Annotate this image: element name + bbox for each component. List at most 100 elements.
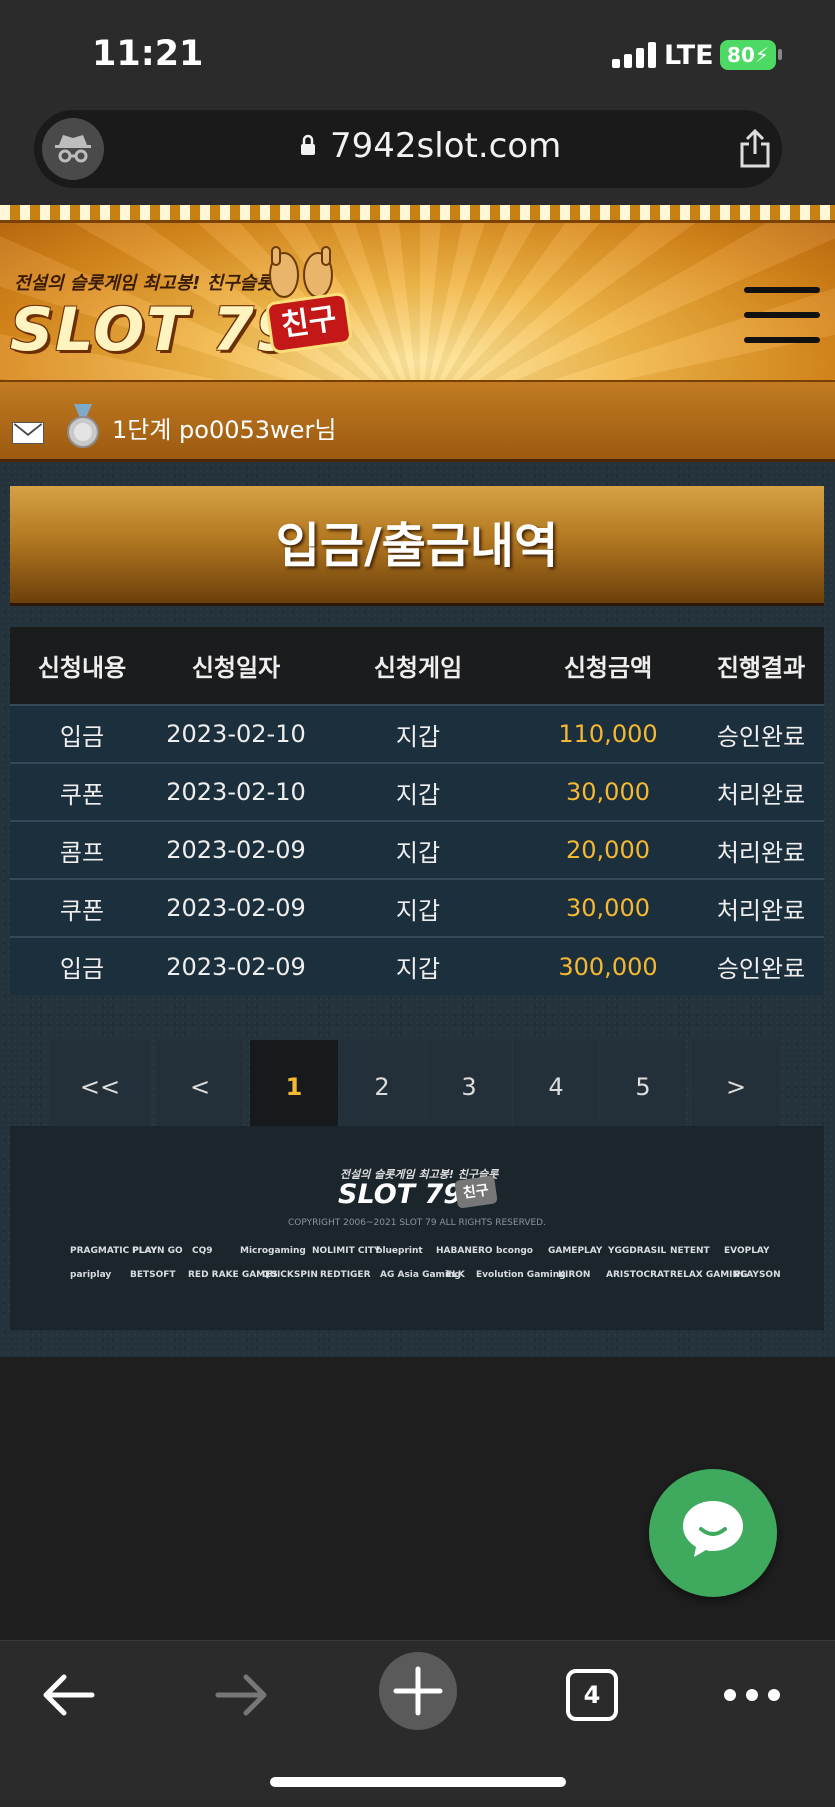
menu-icon[interactable] (744, 287, 820, 343)
provider-logo: YGGDRASIL (608, 1246, 667, 1256)
mail-icon[interactable] (12, 422, 44, 444)
page-button-3[interactable]: 3 (426, 1040, 512, 1134)
provider-logo: PLAYN GO (132, 1246, 183, 1256)
page-button-2[interactable]: 2 (339, 1040, 425, 1134)
page-button-5[interactable]: 5 (600, 1040, 686, 1134)
col-header-date: 신청일자 (154, 627, 318, 705)
page-button-1[interactable]: 1 (250, 1040, 338, 1134)
copyright-text: COPYRIGHT 2006~2021 SLOT 79 ALL RIGHTS R… (288, 1218, 546, 1228)
provider-logo: blueprint (376, 1246, 423, 1256)
provider-logo: bcongo (496, 1246, 533, 1256)
chat-button[interactable] (649, 1469, 777, 1597)
cell-result: 승인완료 (698, 936, 824, 995)
browser-toolbar: 4 (0, 1640, 835, 1807)
cell-type: 입금 (10, 936, 154, 995)
provider-logo: pariplay (70, 1270, 112, 1280)
forward-arrow-icon[interactable] (214, 1671, 270, 1719)
battery-icon: 80⚡ (720, 40, 776, 70)
history-table: 신청내용 신청일자 신청게임 신청금액 진행결과 입금 2023-02-10 지… (10, 627, 824, 995)
provider-logo: BETSOFT (130, 1270, 176, 1280)
user-level-name: 1단계 po0053wer님 (112, 416, 337, 444)
cell-type: 콤프 (10, 820, 154, 879)
provider-logo: REDTIGER (320, 1270, 371, 1280)
provider-logo: KIRON (558, 1270, 591, 1280)
cell-game: 지갑 (318, 704, 518, 763)
cell-type: 쿠폰 (10, 878, 154, 937)
cell-result: 처리완료 (698, 820, 824, 879)
provider-logo: ELK (446, 1270, 465, 1280)
status-bar: 11:21 LTE 80⚡ (0, 0, 835, 105)
page-prev-button[interactable]: < (157, 1040, 243, 1134)
site-header: 전설의 슬롯게임 최고봉! 친구슬롯 SLOT 79 친구 (0, 205, 835, 380)
provider-logo: NETENT (670, 1246, 710, 1256)
cell-game: 지갑 (318, 936, 518, 995)
site-footer: 전설의 슬롯게임 최고봉! 친구슬롯 SLOT 79 친구 COPYRIGHT … (10, 1126, 824, 1330)
cell-date: 2023-02-09 (154, 820, 318, 879)
provider-logo: QUICKSPIN (262, 1270, 318, 1280)
logo-tagline: 전설의 슬롯게임 최고봉! 친구슬롯 (14, 273, 273, 294)
col-header-game: 신청게임 (318, 627, 518, 705)
more-icon[interactable] (722, 1687, 782, 1703)
page-next-button[interactable]: > (692, 1040, 780, 1134)
medal-icon (67, 404, 99, 448)
cell-date: 2023-02-10 (154, 704, 318, 763)
provider-logo: Evolution Gaming (476, 1270, 566, 1280)
cell-date: 2023-02-09 (154, 936, 318, 995)
battery-tip (778, 49, 782, 60)
col-header-amount: 신청금액 (518, 627, 698, 705)
table-row: 콤프 2023-02-09 지갑 20,000 처리완료 (10, 820, 824, 879)
cell-date: 2023-02-09 (154, 878, 318, 937)
provider-logo: CQ9 (192, 1246, 213, 1256)
url-text[interactable]: 7942slot.com (330, 126, 561, 166)
col-header-type: 신청내용 (10, 627, 154, 705)
table-row: 쿠폰 2023-02-10 지갑 30,000 처리완료 (10, 762, 824, 821)
share-icon[interactable] (738, 128, 772, 168)
main-content: 입금/출금내역 신청내용 신청일자 신청게임 신청금액 진행결과 입금 2023… (0, 462, 835, 1357)
user-bar: 1단계 po0053wer님 (0, 380, 835, 462)
cell-amount: 20,000 (518, 820, 698, 879)
table-row: 입금 2023-02-10 지갑 110,000 승인완료 (10, 704, 824, 763)
battery-level: 80 (727, 43, 755, 67)
provider-logo: Microgaming (240, 1246, 306, 1256)
provider-logo: NOLIMIT CITY (312, 1246, 381, 1256)
page-button-4[interactable]: 4 (513, 1040, 599, 1134)
table-row: 입금 2023-02-09 지갑 300,000 승인완료 (10, 936, 824, 995)
browser-address-area: 7942slot.com (0, 105, 835, 205)
cell-date: 2023-02-10 (154, 762, 318, 821)
page-title-banner: 입금/출금내역 (10, 486, 824, 606)
cell-amount: 30,000 (518, 878, 698, 937)
back-arrow-icon[interactable] (40, 1671, 96, 1719)
table-row: 쿠폰 2023-02-09 지갑 30,000 처리완료 (10, 878, 824, 937)
new-tab-icon[interactable] (378, 1651, 458, 1731)
cell-type: 쿠폰 (10, 762, 154, 821)
chat-icon (683, 1501, 743, 1557)
status-time: 11:21 (92, 34, 204, 74)
tab-count-icon[interactable]: 4 (566, 1669, 618, 1721)
col-header-result: 진행결과 (698, 627, 824, 705)
cell-game: 지갑 (318, 762, 518, 821)
footer-logo-badge: 친구 (454, 1175, 498, 1209)
address-bar[interactable]: 7942slot.com (34, 110, 782, 188)
cell-amount: 300,000 (518, 936, 698, 995)
lock-icon (301, 134, 315, 155)
network-label: LTE (664, 40, 714, 71)
cell-result: 처리완료 (698, 878, 824, 937)
cell-result: 처리완료 (698, 762, 824, 821)
signal-icon (612, 42, 656, 68)
provider-logo: ARISTOCRAT (606, 1270, 670, 1280)
site-logo[interactable]: SLOT 79 (10, 295, 300, 365)
page-title: 입금/출금내역 (275, 518, 559, 574)
table-header-row: 신청내용 신청일자 신청게임 신청금액 진행결과 (10, 627, 824, 705)
cell-amount: 30,000 (518, 762, 698, 821)
footer-logo: SLOT 79 (338, 1179, 463, 1210)
provider-logo: EVOPLAY (724, 1246, 770, 1256)
cell-type: 입금 (10, 704, 154, 763)
tab-count: 4 (583, 1681, 601, 1709)
marquee-lights (0, 205, 835, 223)
provider-logo: HABANERO (436, 1246, 493, 1256)
provider-logo: GAMEPLAY (548, 1246, 603, 1256)
page-first-button[interactable]: << (50, 1040, 150, 1134)
incognito-icon[interactable] (42, 118, 104, 180)
provider-logo: PLAYSON (734, 1270, 781, 1280)
cell-game: 지갑 (318, 878, 518, 937)
